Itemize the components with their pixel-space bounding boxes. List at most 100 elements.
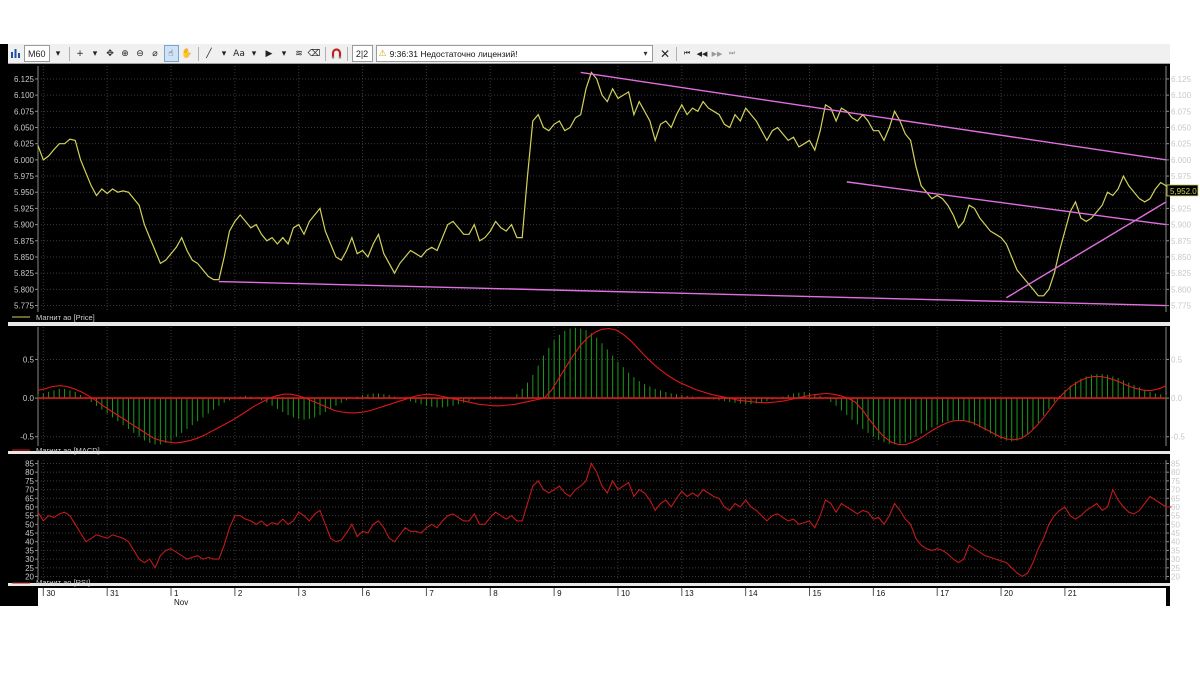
price-line: [37, 71, 1182, 297]
date-tick-label: 15: [813, 589, 822, 598]
y-tick-label: 6.075: [14, 107, 35, 116]
y-tick-label: 5.800: [1171, 285, 1192, 294]
y-tick-label: 6.000: [14, 156, 35, 165]
y-tick-label: 6.000: [1171, 156, 1192, 165]
date-tick-label: 13: [685, 589, 694, 598]
date-tick-label: 3: [302, 589, 307, 598]
y-tick-label: -0.5: [20, 433, 34, 442]
y-tick-label: 5.975: [14, 172, 35, 181]
y-tick-label: 5.850: [1171, 253, 1192, 262]
y-tick-label: 5.775: [1171, 302, 1192, 311]
y-tick-label: 80: [25, 468, 34, 477]
date-tick-label: 7: [429, 589, 434, 598]
y-tick-label: 5.875: [1171, 237, 1192, 246]
y-tick-label: 6.050: [14, 124, 35, 133]
y-tick-label: 0.0: [1171, 394, 1183, 403]
y-tick-label: 5.975: [1171, 172, 1192, 181]
date-tick-label: 16: [876, 589, 885, 598]
date-tick-label: 30: [46, 589, 55, 598]
date-tick-label: 31: [110, 589, 119, 598]
last-price-label: 5,952.0: [1170, 187, 1197, 196]
y-tick-label: 5.900: [14, 221, 35, 230]
panel-separator: [8, 583, 1170, 586]
y-tick-label: 70: [25, 486, 34, 495]
panel-separator: [8, 451, 1170, 454]
y-tick-label: 5.850: [14, 253, 35, 262]
date-tick-label: 14: [749, 589, 758, 598]
y-tick-label: 6.025: [14, 140, 35, 149]
panel-separator: [8, 322, 1170, 326]
y-tick-label: 5.775: [14, 302, 35, 311]
y-tick-label: 5.925: [1171, 204, 1192, 213]
y-tick-label: 35: [25, 546, 34, 555]
date-axis: 30 31 1 2 3 6 7 8 9 10 13 14 15 16 17 20 21 Nov: [38, 588, 1166, 607]
y-tick-label: 35: [1171, 546, 1180, 555]
y-tick-label: 65: [25, 494, 34, 503]
y-tick-label: 55: [25, 512, 34, 521]
y-tick-label: 25: [25, 564, 34, 573]
y-tick-label: 45: [25, 529, 34, 538]
y-tick-label: 6.100: [1171, 91, 1192, 100]
y-tick-label: 50: [25, 520, 34, 529]
month-label: Nov: [174, 598, 188, 607]
y-tick-label: 5.950: [14, 188, 35, 197]
date-tick-label: 21: [1068, 589, 1077, 598]
y-tick-label: 70: [1171, 486, 1180, 495]
y-tick-label: 80: [1171, 468, 1180, 477]
y-tick-label: 40: [1171, 538, 1180, 547]
y-tick-label: 5.825: [1171, 269, 1192, 278]
y-tick-label: -0.5: [1171, 433, 1185, 442]
y-tick-label: 65: [1171, 494, 1180, 503]
y-tick-label: 5.900: [1171, 221, 1192, 230]
y-tick-label: 30: [25, 555, 34, 564]
y-tick-label: 50: [1171, 520, 1180, 529]
date-tick-label: 6: [366, 589, 371, 598]
y-tick-label: 5.875: [14, 237, 35, 246]
date-tick-label: 17: [940, 589, 949, 598]
y-tick-label: 6.100: [14, 91, 35, 100]
y-tick-label: 0.5: [23, 355, 35, 364]
y-tick-label: 0.5: [1171, 355, 1183, 364]
y-tick-label: 25: [1171, 564, 1180, 573]
price-axis: 6.125 6.125 6.100 6.100 6.075 6.075 6.050 6.050…: [14, 66, 1192, 312]
y-tick-label: 85: [25, 459, 34, 468]
y-tick-label: 6.125: [14, 75, 35, 84]
y-tick-label: 6.075: [1171, 107, 1192, 116]
y-tick-label: 55: [1171, 512, 1180, 521]
y-tick-label: 30: [1171, 555, 1180, 564]
trading-terminal: M60 ▾ + ▾ ✥ ⊕ ⊖ ⌀ ☝ ✋ ╱ ▾ Aa ▾ ▶ ▾ ≋ ⌫ 2…: [0, 0, 1200, 675]
y-tick-label: 5.800: [14, 285, 35, 294]
y-tick-label: 60: [1171, 503, 1180, 512]
macd-panel: Магнит ао [MACD]: [12, 327, 1167, 455]
y-tick-label: 5.925: [14, 204, 35, 213]
y-tick-label: 0.0: [23, 394, 35, 403]
chart-area[interactable]: 6.125 6.125 6.100 6.100 6.075 6.075 6.050 6.050…: [0, 0, 1200, 675]
y-tick-label: 75: [25, 477, 34, 486]
y-tick-label: 40: [25, 538, 34, 547]
date-tick-label: 1: [174, 589, 179, 598]
date-tick-label: 2: [238, 589, 243, 598]
trend-line: [1006, 201, 1167, 299]
macd-axis: 0.5 0.5 0.0 0.0 -0.5 -0.5: [20, 327, 1185, 446]
y-tick-label: 6.025: [1171, 140, 1192, 149]
y-tick-label: 85: [1171, 459, 1180, 468]
price-panel: 5,952.0 Магнит ао [Price]: [12, 71, 1199, 322]
y-tick-label: 6.050: [1171, 124, 1192, 133]
y-tick-label: 60: [25, 503, 34, 512]
y-tick-label: 5.825: [14, 269, 35, 278]
date-tick-label: 9: [557, 589, 562, 598]
date-tick-label: 20: [1004, 589, 1013, 598]
rsi-legend-label: Магнит ао [RSI]: [36, 578, 90, 587]
trend-line: [580, 71, 1167, 161]
trend-line: [218, 280, 1167, 307]
y-tick-label: 6.125: [1171, 75, 1192, 84]
date-tick-label: 10: [621, 589, 630, 598]
y-tick-label: 45: [1171, 529, 1180, 538]
macd-legend-label: Магнит ао [MACD]: [36, 446, 100, 455]
rsi-panel: Магнит ао [RSI]: [12, 462, 1172, 587]
y-tick-label: 20: [25, 573, 34, 582]
y-tick-label: 20: [1171, 573, 1180, 582]
date-tick-label: 8: [493, 589, 498, 598]
price-legend-label: Магнит ао [Price]: [36, 313, 95, 322]
y-tick-label: 75: [1171, 477, 1180, 486]
